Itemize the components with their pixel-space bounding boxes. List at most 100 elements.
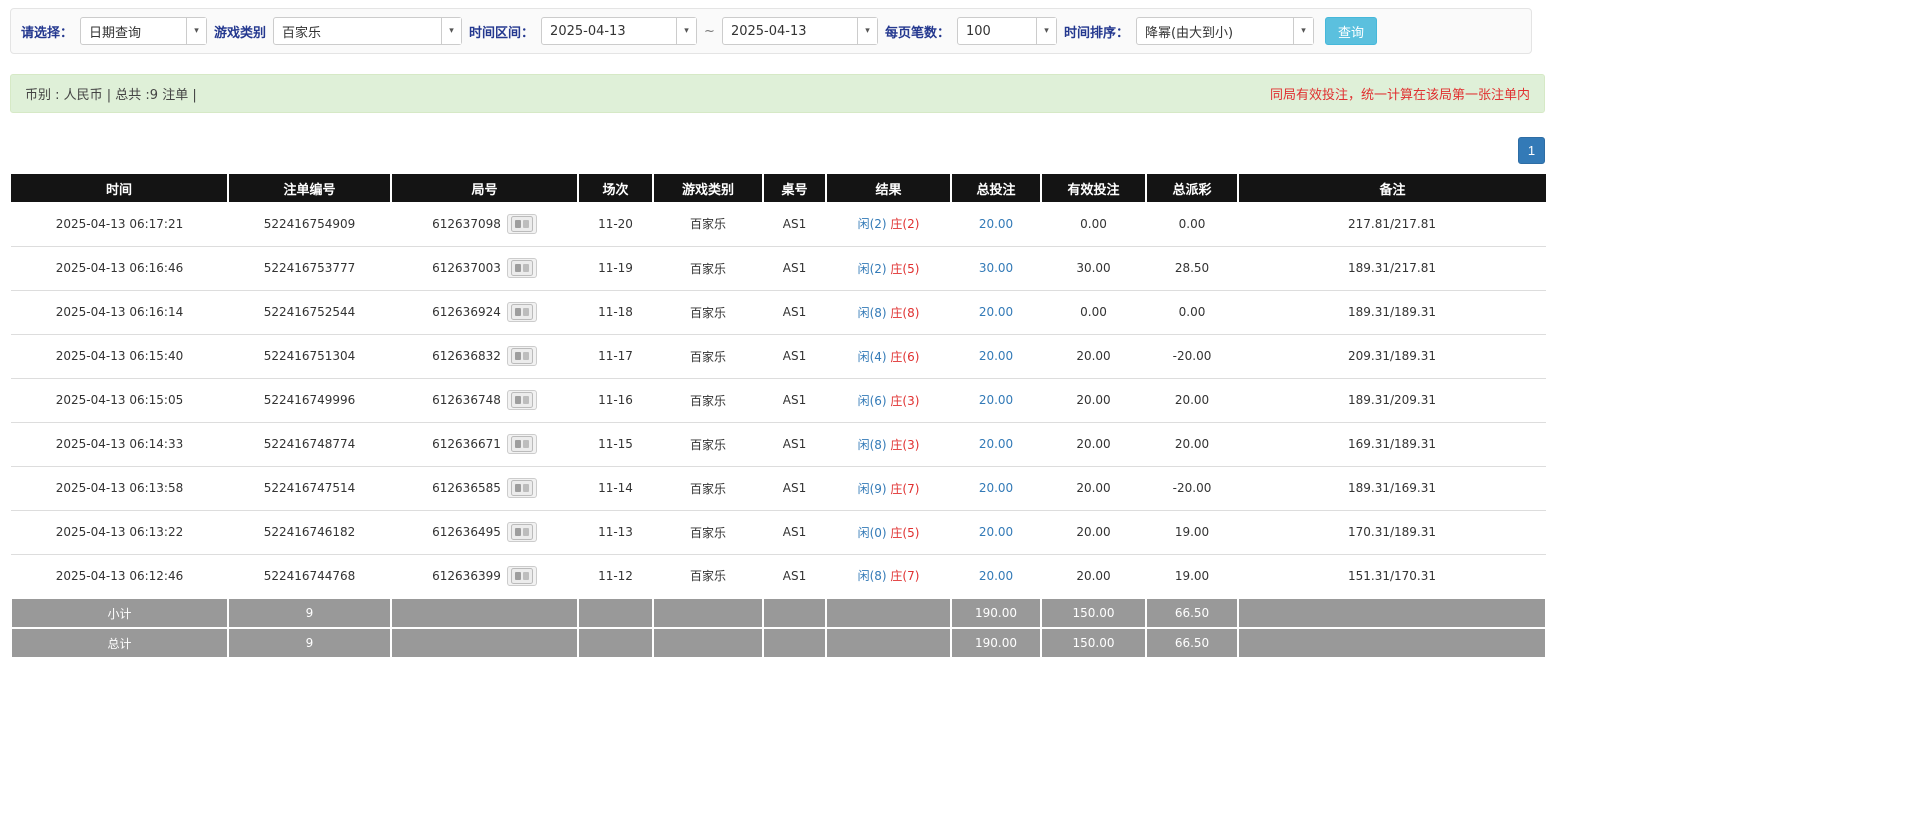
player-result: 闲(9): [858, 482, 887, 496]
page-button-1[interactable]: 1: [1518, 137, 1545, 164]
empty-cell: [578, 628, 653, 658]
chevron-down-icon: ▾: [441, 18, 461, 44]
cell-time: 2025-04-13 06:13:58: [11, 466, 228, 510]
cell-result: 闲(2) 庄(5): [826, 246, 951, 290]
empty-cell: [763, 628, 826, 658]
game-type-value: 百家乐: [274, 18, 441, 44]
round-number: 612636495: [432, 525, 501, 539]
total-bet-link[interactable]: 20.00: [979, 349, 1013, 363]
cell-payout: 20.00: [1146, 422, 1238, 466]
total-bet-link[interactable]: 20.00: [979, 305, 1013, 319]
empty-cell: [653, 628, 763, 658]
sort-label: 时间排序：: [1064, 22, 1129, 41]
cards-icon: [511, 436, 533, 452]
table-row: 2025-04-13 06:14:33522416748774612636671…: [11, 422, 1546, 466]
total-bet-link[interactable]: 30.00: [979, 261, 1013, 275]
cell-game: 百家乐: [653, 378, 763, 422]
table-body: 2025-04-13 06:17:21522416754909612637098…: [11, 202, 1546, 598]
subtotal-payout: 66.50: [1146, 598, 1238, 628]
cell-table: AS1: [763, 422, 826, 466]
cell-round: 612636748: [391, 378, 578, 422]
cell-table: AS1: [763, 510, 826, 554]
cell-payout: 19.00: [1146, 510, 1238, 554]
sort-select[interactable]: 降幂(由大到小) ▾: [1136, 17, 1314, 45]
cell-session: 11-19: [578, 246, 653, 290]
view-round-button[interactable]: [507, 214, 537, 234]
banker-result: 庄(3): [890, 394, 919, 408]
cards-icon: [511, 524, 533, 540]
cell-game: 百家乐: [653, 334, 763, 378]
per-page-value: 100: [958, 18, 1036, 44]
cell-time: 2025-04-13 06:16:46: [11, 246, 228, 290]
view-round-button[interactable]: [507, 566, 537, 586]
total-bet-link[interactable]: 20.00: [979, 481, 1013, 495]
col-payout: 总派彩: [1146, 174, 1238, 202]
view-round-button[interactable]: [507, 346, 537, 366]
view-round-button[interactable]: [507, 390, 537, 410]
cell-session: 11-20: [578, 202, 653, 246]
cell-table: AS1: [763, 334, 826, 378]
total-bet-link[interactable]: 20.00: [979, 569, 1013, 583]
cell-result: 闲(6) 庄(3): [826, 378, 951, 422]
view-round-button[interactable]: [507, 258, 537, 278]
cell-total-bet: 20.00: [951, 378, 1041, 422]
cell-valid-bet: 0.00: [1041, 290, 1146, 334]
notice-text: 同局有效投注，统一计算在该局第一张注单内: [1270, 84, 1530, 103]
cell-round: 612636585: [391, 466, 578, 510]
cell-game: 百家乐: [653, 510, 763, 554]
player-result: 闲(2): [858, 262, 887, 276]
chevron-down-icon: ▾: [1293, 18, 1313, 44]
cell-bet-id: 522416746182: [228, 510, 391, 554]
subtotal-count: 9: [228, 598, 391, 628]
table-row: 2025-04-13 06:16:14522416752544612636924…: [11, 290, 1546, 334]
empty-cell: [1238, 598, 1546, 628]
cell-bet-id: 522416749996: [228, 378, 391, 422]
search-button[interactable]: 查询: [1325, 17, 1377, 45]
cards-icon: [511, 260, 533, 276]
date-from-select[interactable]: 2025-04-13 ▾: [541, 17, 697, 45]
total-bet-link[interactable]: 20.00: [979, 217, 1013, 231]
banker-result: 庄(7): [890, 482, 919, 496]
cell-round: 612636671: [391, 422, 578, 466]
cell-result: 闲(8) 庄(7): [826, 554, 951, 598]
view-round-button[interactable]: [507, 478, 537, 498]
table-row: 2025-04-13 06:17:21522416754909612637098…: [11, 202, 1546, 246]
total-bet-link[interactable]: 20.00: [979, 393, 1013, 407]
col-valid-bet: 有效投注: [1041, 174, 1146, 202]
cell-time: 2025-04-13 06:17:21: [11, 202, 228, 246]
game-type-select[interactable]: 百家乐 ▾: [273, 17, 462, 45]
cell-valid-bet: 0.00: [1041, 202, 1146, 246]
view-round-button[interactable]: [507, 302, 537, 322]
view-round-button[interactable]: [507, 522, 537, 542]
col-session: 场次: [578, 174, 653, 202]
cell-total-bet: 30.00: [951, 246, 1041, 290]
query-type-select[interactable]: 日期查询 ▾: [80, 17, 207, 45]
cards-icon: [511, 348, 533, 364]
total-bet-link[interactable]: 20.00: [979, 525, 1013, 539]
cell-round: 612636924: [391, 290, 578, 334]
round-number: 612637098: [432, 217, 501, 231]
table-header-row: 时间 注单编号 局号 场次 游戏类别 桌号 结果 总投注 有效投注 总派彩 备注: [11, 174, 1546, 202]
cell-bet-id: 522416752544: [228, 290, 391, 334]
view-round-button[interactable]: [507, 434, 537, 454]
total-payout: 66.50: [1146, 628, 1238, 658]
cell-bet-id: 522416748774: [228, 422, 391, 466]
cell-time: 2025-04-13 06:15:40: [11, 334, 228, 378]
chevron-down-icon: ▾: [857, 18, 877, 44]
banker-result: 庄(5): [890, 262, 919, 276]
total-bet-link[interactable]: 20.00: [979, 437, 1013, 451]
col-total-bet: 总投注: [951, 174, 1041, 202]
pagination: 1: [10, 137, 1545, 164]
date-to-select[interactable]: 2025-04-13 ▾: [722, 17, 878, 45]
game-type-label: 游戏类别: [214, 22, 266, 41]
cell-table: AS1: [763, 466, 826, 510]
col-game: 游戏类别: [653, 174, 763, 202]
cell-remark: 189.31/217.81: [1238, 246, 1546, 290]
round-number: 612636924: [432, 305, 501, 319]
col-round: 局号: [391, 174, 578, 202]
empty-cell: [391, 598, 578, 628]
time-range-label: 时间区间：: [469, 22, 534, 41]
per-page-select[interactable]: 100 ▾: [957, 17, 1057, 45]
cell-result: 闲(8) 庄(3): [826, 422, 951, 466]
cell-remark: 209.31/189.31: [1238, 334, 1546, 378]
